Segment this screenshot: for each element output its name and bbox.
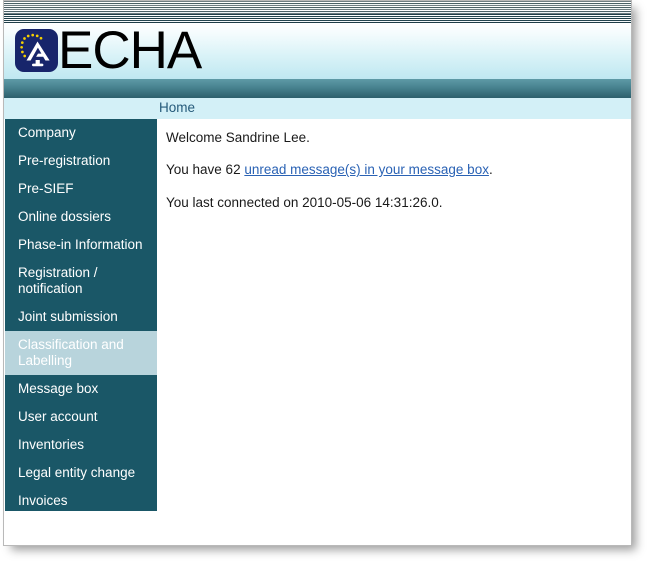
main-content: Welcome Sandrine Lee. You have 62 unread… [159, 119, 631, 545]
sidebar-item-message-box[interactable]: Message box [5, 375, 157, 403]
header-accent-band [4, 79, 631, 98]
browser-window: ECHA Home Company Pre-registration Pre-SIE… [3, 0, 632, 546]
title-bar-stripes [4, 1, 631, 14]
unread-messages-prefix: You have 62 [166, 162, 245, 177]
echa-wordmark: ECHA [58, 21, 202, 80]
sidebar-nav: Company Pre-registration Pre-SIEF Online do… [5, 119, 157, 536]
sidebar-item-company[interactable]: Company [5, 119, 157, 147]
unread-messages-link[interactable]: unread message(s) in your message box [244, 162, 489, 177]
breadcrumb-home-link[interactable]: Home [159, 100, 195, 115]
sidebar-item-joint-submission[interactable]: Joint submission [5, 303, 157, 331]
echa-eu-flask-logo-icon [15, 29, 58, 72]
sidebar-item-online-dossiers[interactable]: Online dossiers [5, 203, 157, 231]
page-body: Company Pre-registration Pre-SIEF Online do… [4, 119, 631, 545]
breadcrumb-bar: Home [4, 98, 631, 119]
site-banner: ECHA [4, 23, 631, 79]
sidebar-item-pre-registration[interactable]: Pre-registration [5, 147, 157, 175]
sidebar-item-registration-notification[interactable]: Registration / notification [5, 259, 157, 303]
sidebar-item-search[interactable]: Search [5, 515, 157, 543]
sidebar-item-pre-sief[interactable]: Pre-SIEF [5, 175, 157, 203]
echa-logo[interactable]: ECHA [15, 21, 202, 80]
sidebar-item-legal-entity-change[interactable]: Legal entity change [5, 459, 157, 487]
sidebar-item-classification-and-labelling[interactable]: Classification and Labelling [5, 331, 157, 375]
unread-messages-line: You have 62 unread message(s) in your me… [159, 146, 631, 178]
welcome-message: Welcome Sandrine Lee. [166, 130, 310, 145]
sidebar-item-inventories[interactable]: Inventories [5, 431, 157, 459]
unread-messages-suffix: . [488, 162, 493, 177]
sidebar-item-invoices[interactable]: Invoices [5, 487, 157, 515]
sidebar-item-phase-in-information[interactable]: Phase-in Information [5, 231, 157, 259]
last-connected-line: You last connected on 2010-05-06 14:31:2… [166, 195, 443, 210]
sidebar-item-user-account[interactable]: User account [5, 403, 157, 431]
